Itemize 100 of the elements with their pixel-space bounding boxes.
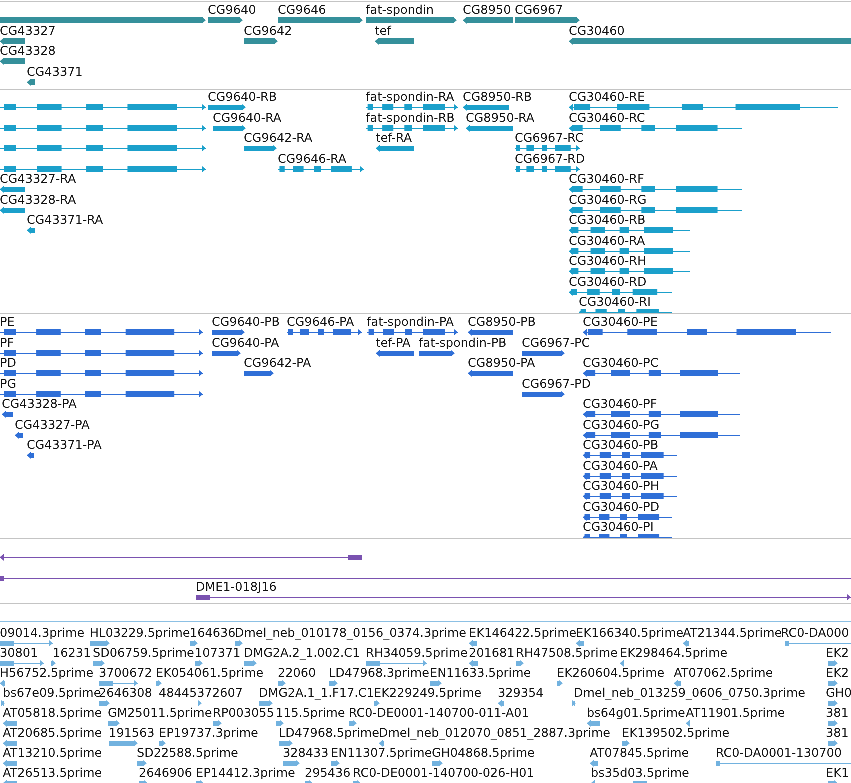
feature-label[interactable]: CG43328: [0, 45, 56, 58]
feature-label[interactable]: PG: [0, 378, 17, 390]
feature-label[interactable]: CG30460-RB: [569, 214, 646, 227]
feature-label[interactable]: fat-spondin-PA: [367, 316, 454, 329]
feature-label[interactable]: GM25011.5prime: [108, 707, 212, 720]
feature-label[interactable]: CG30460-PF: [583, 398, 658, 411]
feature-label[interactable]: CG43327-PA: [15, 418, 90, 432]
feature-label[interactable]: CG30460-PG: [583, 418, 660, 432]
feature-label[interactable]: 30801: [0, 647, 38, 660]
feature-label[interactable]: 2646906: [139, 767, 192, 780]
feature-label[interactable]: CG9640-RA: [213, 112, 282, 124]
feature-label[interactable]: SD06759.5prime: [93, 647, 194, 660]
feature-label[interactable]: CG9646-PA: [287, 316, 354, 329]
feature-label[interactable]: 329354: [498, 687, 544, 700]
feature-label[interactable]: CG43327: [0, 24, 56, 38]
feature-label[interactable]: CG30460-RD: [569, 276, 647, 288]
feature-label[interactable]: RH34059.5prime: [366, 647, 468, 660]
feature-label[interactable]: 381: [826, 727, 849, 740]
feature-label[interactable]: CG8950-PB: [468, 316, 536, 329]
feature-label[interactable]: CG30460-RI: [579, 296, 652, 309]
feature-label[interactable]: 2646308: [99, 687, 152, 700]
feature-label[interactable]: 115.5prime: [276, 707, 346, 720]
feature-label[interactable]: CG9646-RA: [278, 152, 347, 166]
feature-label[interactable]: CG9646: [278, 4, 326, 17]
feature-label[interactable]: Dmel_neb_013259_0606_0750.3prime: [574, 687, 806, 700]
feature-label[interactable]: CG9642-PA: [244, 357, 312, 370]
feature-label[interactable]: CG30460-RE: [569, 91, 646, 104]
feature-label[interactable]: PE: [0, 316, 15, 329]
feature-label[interactable]: CG30460-RF: [569, 173, 644, 186]
feature-label[interactable]: 381: [826, 707, 849, 720]
feature-label[interactable]: fat-spondin-RA: [366, 91, 454, 104]
feature-label[interactable]: HL03229.5prime: [90, 627, 190, 640]
feature-label[interactable]: CG9642: [244, 24, 292, 38]
feature-label[interactable]: 164636: [190, 627, 236, 640]
feature-label[interactable]: CG43371-RA: [27, 214, 104, 227]
feature-label[interactable]: GH0: [826, 687, 851, 700]
feature-label[interactable]: PD: [0, 357, 16, 370]
feature-label[interactable]: CG43328-RA: [0, 194, 76, 206]
feature-label[interactable]: EK260604.5prime: [557, 667, 665, 680]
feature-label[interactable]: 201681: [469, 647, 515, 660]
feature-label[interactable]: CG6967-PC: [522, 336, 590, 350]
feature-label[interactable]: CG9640-RB: [208, 91, 278, 104]
feature-label[interactable]: CG30460-PC: [583, 357, 659, 370]
feature-label[interactable]: CG30460-RH: [569, 255, 647, 268]
feature-label[interactable]: bs67e09.5prime: [3, 687, 102, 700]
feature-label[interactable]: CG6967-RD: [515, 152, 586, 166]
feature-label[interactable]: EP14412.3prime: [196, 767, 296, 780]
feature-label[interactable]: 3700672: [99, 667, 152, 680]
feature-label[interactable]: Dmel_neb_012070_0851_2887.3prime: [379, 727, 611, 740]
feature-label[interactable]: EP19737.3prime: [159, 727, 258, 740]
feature-label[interactable]: 295436: [305, 767, 351, 780]
feature-label[interactable]: LD47968.5prime: [279, 727, 380, 740]
feature-label[interactable]: fat-spondin-PB: [419, 336, 507, 350]
feature-label[interactable]: DME1-018J16: [196, 581, 277, 594]
feature-label[interactable]: CG9642-RA: [244, 132, 313, 145]
feature-label[interactable]: 191563: [109, 727, 155, 740]
feature-label[interactable]: CG30460-RC: [569, 112, 646, 124]
feature-label[interactable]: bs64g01.5prime: [587, 707, 686, 720]
feature-label[interactable]: CG43371: [27, 66, 83, 78]
feature-label[interactable]: CG8950: [463, 4, 512, 17]
feature-label[interactable]: CG30460-PE: [583, 316, 658, 329]
feature-label[interactable]: SD22588.5prime: [137, 747, 238, 760]
feature-label[interactable]: LD47968.3prime: [329, 667, 430, 680]
feature-label[interactable]: AT20685.5prime: [3, 727, 102, 740]
feature-label[interactable]: AT05818.5prime: [3, 707, 102, 720]
feature-label[interactable]: 107371: [195, 647, 241, 660]
feature-label[interactable]: CG8950-RB: [463, 91, 532, 104]
feature-label[interactable]: EN11307.5prime: [331, 747, 432, 760]
feature-label[interactable]: DMG2A.2_1.002.C1: [244, 647, 360, 660]
feature-label[interactable]: CG30460-PA: [583, 460, 658, 472]
feature-label[interactable]: EN11633.5prime: [430, 667, 532, 680]
feature-label[interactable]: EK166340.5prime: [576, 627, 684, 640]
feature-label[interactable]: fat-spondin-RB: [366, 112, 455, 124]
feature-label[interactable]: CG30460-PB: [583, 439, 659, 452]
feature-label[interactable]: AT11901.5prime: [686, 707, 786, 720]
feature-label[interactable]: CG9640-PB: [212, 316, 280, 329]
feature-label[interactable]: AT13210.5prime: [3, 747, 102, 760]
feature-label[interactable]: RC0-DA000: [781, 627, 850, 640]
feature-label[interactable]: AT07062.5prime: [674, 667, 774, 680]
feature-label[interactable]: tef: [375, 24, 392, 38]
feature-label[interactable]: fat-spondin: [366, 4, 434, 17]
feature-label[interactable]: RP003055: [213, 707, 274, 720]
feature-label[interactable]: AT26513.5prime: [3, 767, 102, 780]
feature-label[interactable]: RC0-DE0001-140700-011-A01: [349, 707, 530, 720]
feature-label[interactable]: tef-RA: [376, 132, 412, 145]
feature-label[interactable]: CG30460-PH: [583, 480, 660, 493]
feature-label[interactable]: CG30460-RG: [569, 194, 647, 206]
feature-label[interactable]: CG30460-RA: [569, 234, 646, 248]
feature-label[interactable]: tef-PA: [376, 336, 411, 350]
feature-label[interactable]: 48445372607: [159, 687, 243, 700]
feature-label[interactable]: EK139502.5prime: [622, 727, 730, 740]
feature-label[interactable]: DMG2A.1_1.F17.C1: [259, 687, 374, 700]
feature-label[interactable]: CG9640-PA: [212, 336, 280, 350]
feature-label[interactable]: CG6967-PD: [522, 378, 592, 390]
feature-label[interactable]: CG30460-PD: [583, 500, 660, 514]
feature-label[interactable]: EK2: [826, 647, 850, 660]
feature-label[interactable]: RC0-DE0001-140700-026-H01: [353, 767, 534, 780]
feature-label[interactable]: EK229249.5prime: [374, 687, 482, 700]
feature-label[interactable]: CG9640: [208, 4, 256, 17]
feature-label[interactable]: 09014.3prime: [0, 627, 85, 640]
